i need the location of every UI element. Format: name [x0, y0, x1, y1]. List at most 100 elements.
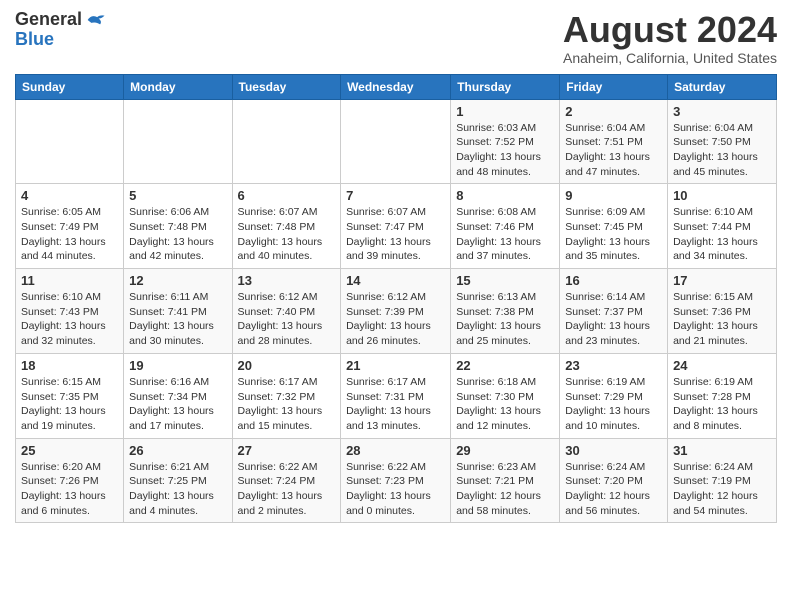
table-row: 5 Sunrise: 6:06 AM Sunset: 7:48 PM Daylig…	[124, 184, 232, 269]
location-text: Anaheim, California, United States	[563, 50, 777, 66]
day-number: 26	[129, 443, 226, 458]
table-row: 6 Sunrise: 6:07 AM Sunset: 7:48 PM Daylig…	[232, 184, 341, 269]
header-row: Sunday Monday Tuesday Wednesday Thursday…	[16, 74, 777, 99]
day-number: 2	[565, 104, 662, 119]
day-number: 14	[346, 273, 445, 288]
table-row: 26 Sunrise: 6:21 AM Sunset: 7:25 PM Dayli…	[124, 438, 232, 523]
col-tuesday: Tuesday	[232, 74, 341, 99]
day-number: 6	[238, 188, 336, 203]
day-info: Sunrise: 6:05 AM Sunset: 7:49 PM Dayligh…	[21, 205, 118, 264]
table-row	[341, 99, 451, 184]
logo-general-text: General	[15, 10, 82, 30]
day-info: Sunrise: 6:17 AM Sunset: 7:32 PM Dayligh…	[238, 375, 336, 434]
table-row: 22 Sunrise: 6:18 AM Sunset: 7:30 PM Dayli…	[451, 353, 560, 438]
day-number: 3	[673, 104, 771, 119]
day-info: Sunrise: 6:24 AM Sunset: 7:20 PM Dayligh…	[565, 460, 662, 519]
day-number: 27	[238, 443, 336, 458]
table-row: 30 Sunrise: 6:24 AM Sunset: 7:20 PM Dayli…	[560, 438, 668, 523]
day-number: 15	[456, 273, 554, 288]
table-row: 1 Sunrise: 6:03 AM Sunset: 7:52 PM Daylig…	[451, 99, 560, 184]
day-number: 11	[21, 273, 118, 288]
day-info: Sunrise: 6:17 AM Sunset: 7:31 PM Dayligh…	[346, 375, 445, 434]
col-monday: Monday	[124, 74, 232, 99]
day-number: 17	[673, 273, 771, 288]
table-row: 2 Sunrise: 6:04 AM Sunset: 7:51 PM Daylig…	[560, 99, 668, 184]
table-row: 10Sunrise: 6:10 AM Sunset: 7:44 PM Dayli…	[668, 184, 777, 269]
day-info: Sunrise: 6:04 AM Sunset: 7:50 PM Dayligh…	[673, 121, 771, 180]
title-block: August 2024 Anaheim, California, United …	[563, 10, 777, 66]
day-number: 28	[346, 443, 445, 458]
day-info: Sunrise: 6:03 AM Sunset: 7:52 PM Dayligh…	[456, 121, 554, 180]
logo-bird-icon	[84, 11, 106, 29]
day-info: Sunrise: 6:22 AM Sunset: 7:23 PM Dayligh…	[346, 460, 445, 519]
day-info: Sunrise: 6:23 AM Sunset: 7:21 PM Dayligh…	[456, 460, 554, 519]
day-info: Sunrise: 6:08 AM Sunset: 7:46 PM Dayligh…	[456, 205, 554, 264]
table-row: 4 Sunrise: 6:05 AM Sunset: 7:49 PM Daylig…	[16, 184, 124, 269]
day-info: Sunrise: 6:06 AM Sunset: 7:48 PM Dayligh…	[129, 205, 226, 264]
day-number: 23	[565, 358, 662, 373]
day-info: Sunrise: 6:07 AM Sunset: 7:48 PM Dayligh…	[238, 205, 336, 264]
col-friday: Friday	[560, 74, 668, 99]
day-number: 1	[456, 104, 554, 119]
table-row: 23Sunrise: 6:19 AM Sunset: 7:29 PM Dayli…	[560, 353, 668, 438]
col-wednesday: Wednesday	[341, 74, 451, 99]
table-row: 27Sunrise: 6:22 AM Sunset: 7:24 PM Dayli…	[232, 438, 341, 523]
table-row	[16, 99, 124, 184]
day-info: Sunrise: 6:12 AM Sunset: 7:40 PM Dayligh…	[238, 290, 336, 349]
table-row: 3 Sunrise: 6:04 AM Sunset: 7:50 PM Daylig…	[668, 99, 777, 184]
day-number: 4	[21, 188, 118, 203]
calendar-week-2: 11 Sunrise: 6:10 AM Sunset: 7:43 PM Dayli…	[16, 269, 777, 354]
day-info: Sunrise: 6:24 AM Sunset: 7:19 PM Dayligh…	[673, 460, 771, 519]
logo: General Blue	[15, 10, 106, 50]
day-info: Sunrise: 6:04 AM Sunset: 7:51 PM Dayligh…	[565, 121, 662, 180]
table-row: 12Sunrise: 6:11 AM Sunset: 7:41 PM Dayli…	[124, 269, 232, 354]
calendar-week-0: 1 Sunrise: 6:03 AM Sunset: 7:52 PM Daylig…	[16, 99, 777, 184]
table-row: 25Sunrise: 6:20 AM Sunset: 7:26 PM Dayli…	[16, 438, 124, 523]
table-row: 16 Sunrise: 6:14 AM Sunset: 7:37 PM Dayli…	[560, 269, 668, 354]
table-row	[232, 99, 341, 184]
calendar-table: Sunday Monday Tuesday Wednesday Thursday…	[15, 74, 777, 524]
table-row: 19Sunrise: 6:16 AM Sunset: 7:34 PM Dayli…	[124, 353, 232, 438]
day-info: Sunrise: 6:14 AM Sunset: 7:37 PM Dayligh…	[565, 290, 662, 349]
table-row: 11 Sunrise: 6:10 AM Sunset: 7:43 PM Dayli…	[16, 269, 124, 354]
table-row: 21 Sunrise: 6:17 AM Sunset: 7:31 PM Dayli…	[341, 353, 451, 438]
day-info: Sunrise: 6:10 AM Sunset: 7:44 PM Dayligh…	[673, 205, 771, 264]
table-row: 9 Sunrise: 6:09 AM Sunset: 7:45 PM Daylig…	[560, 184, 668, 269]
table-row: 31 Sunrise: 6:24 AM Sunset: 7:19 PM Dayli…	[668, 438, 777, 523]
day-info: Sunrise: 6:13 AM Sunset: 7:38 PM Dayligh…	[456, 290, 554, 349]
day-number: 8	[456, 188, 554, 203]
calendar-week-3: 18Sunrise: 6:15 AM Sunset: 7:35 PM Dayli…	[16, 353, 777, 438]
day-number: 5	[129, 188, 226, 203]
day-number: 30	[565, 443, 662, 458]
calendar-week-1: 4 Sunrise: 6:05 AM Sunset: 7:49 PM Daylig…	[16, 184, 777, 269]
day-info: Sunrise: 6:12 AM Sunset: 7:39 PM Dayligh…	[346, 290, 445, 349]
col-thursday: Thursday	[451, 74, 560, 99]
day-number: 9	[565, 188, 662, 203]
day-info: Sunrise: 6:21 AM Sunset: 7:25 PM Dayligh…	[129, 460, 226, 519]
day-number: 7	[346, 188, 445, 203]
month-title: August 2024	[563, 10, 777, 50]
day-info: Sunrise: 6:10 AM Sunset: 7:43 PM Dayligh…	[21, 290, 118, 349]
table-row	[124, 99, 232, 184]
table-row: 18Sunrise: 6:15 AM Sunset: 7:35 PM Dayli…	[16, 353, 124, 438]
table-row: 14 Sunrise: 6:12 AM Sunset: 7:39 PM Dayli…	[341, 269, 451, 354]
day-info: Sunrise: 6:15 AM Sunset: 7:36 PM Dayligh…	[673, 290, 771, 349]
logo-blue-text: Blue	[15, 30, 106, 50]
day-info: Sunrise: 6:18 AM Sunset: 7:30 PM Dayligh…	[456, 375, 554, 434]
day-number: 18	[21, 358, 118, 373]
day-number: 16	[565, 273, 662, 288]
day-number: 12	[129, 273, 226, 288]
day-number: 22	[456, 358, 554, 373]
day-number: 21	[346, 358, 445, 373]
table-row: 28 Sunrise: 6:22 AM Sunset: 7:23 PM Dayli…	[341, 438, 451, 523]
day-number: 24	[673, 358, 771, 373]
day-info: Sunrise: 6:09 AM Sunset: 7:45 PM Dayligh…	[565, 205, 662, 264]
day-info: Sunrise: 6:20 AM Sunset: 7:26 PM Dayligh…	[21, 460, 118, 519]
day-number: 20	[238, 358, 336, 373]
table-row: 8 Sunrise: 6:08 AM Sunset: 7:46 PM Daylig…	[451, 184, 560, 269]
table-row: 13Sunrise: 6:12 AM Sunset: 7:40 PM Dayli…	[232, 269, 341, 354]
table-row: 29Sunrise: 6:23 AM Sunset: 7:21 PM Dayli…	[451, 438, 560, 523]
col-saturday: Saturday	[668, 74, 777, 99]
day-number: 31	[673, 443, 771, 458]
col-sunday: Sunday	[16, 74, 124, 99]
